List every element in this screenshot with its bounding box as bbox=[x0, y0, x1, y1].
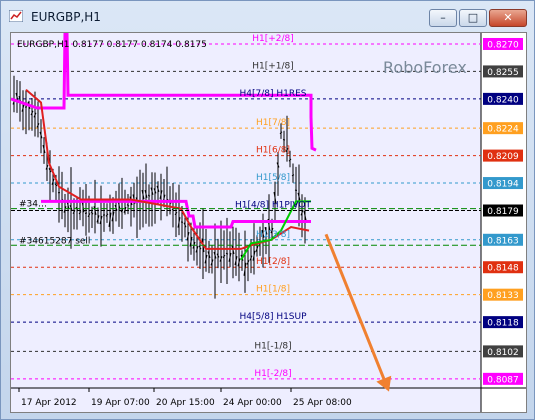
murrey-level-label: H1[3/8] bbox=[256, 230, 290, 240]
murrey-level-label: H1[+2/8] bbox=[252, 34, 294, 44]
time-tick-label: 24 Apr 00:00 bbox=[223, 398, 282, 408]
murrey-level-label: H1[-2/8] bbox=[254, 369, 291, 379]
murrey-level-label: H4[7/8] H1RES bbox=[239, 89, 306, 99]
symbol-ohlc-header: EURGBP,H1 0.8177 0.8177 0.8174 0.8175 bbox=[17, 40, 207, 50]
price-scale-label: 0.8270 bbox=[487, 40, 519, 50]
title-bar[interactable]: EURGBP,H1 – □ ✕ bbox=[1, 1, 534, 31]
candle-body bbox=[84, 212, 88, 214]
price-scale-label: 0.8179 bbox=[487, 207, 519, 217]
chart-area[interactable]: H1[+2/8] H1[+1/8] H4[7/8] H1RES H1[7/8] H1[6… bbox=[10, 32, 527, 413]
time-tick-label: 17 Apr 2012 bbox=[21, 398, 77, 408]
close-button[interactable]: ✕ bbox=[489, 9, 527, 27]
price-chart[interactable]: H1[+2/8] H1[+1/8] H4[7/8] H1RES H1[7/8] H1[6… bbox=[11, 33, 526, 412]
time-tick-label: 25 Apr 08:00 bbox=[293, 398, 352, 408]
murrey-level-label: H1[7/8] bbox=[256, 118, 290, 128]
murrey-level-label: H1[1/8] bbox=[256, 285, 290, 295]
chart-window: EURGBP,H1 – □ ✕ H1[+2/8] H1[+1/8] H4[7/8] … bbox=[0, 0, 535, 420]
murrey-level-label: H1[+1/8] bbox=[252, 61, 294, 71]
murrey-level-label: H1[2/8] bbox=[256, 257, 290, 267]
time-tick-label: 19 Apr 07:00 bbox=[91, 398, 150, 408]
order-label: #34615287 sell bbox=[19, 236, 90, 246]
price-scale-label: 0.8148 bbox=[487, 264, 519, 274]
price-scale-label: 0.8118 bbox=[487, 319, 519, 329]
price-scale-label: 0.8102 bbox=[487, 348, 519, 358]
murrey-level-label: H1[5/8] bbox=[256, 173, 290, 183]
price-scale-label: 0.8240 bbox=[487, 95, 519, 105]
murrey-level-label: H4[5/8] H1SUP bbox=[239, 312, 307, 322]
price-scale-label: 0.8163 bbox=[487, 236, 519, 246]
minimize-button[interactable]: – bbox=[429, 9, 457, 27]
time-tick-label: 20 Apr 15:00 bbox=[156, 398, 215, 408]
window-title: EURGBP,H1 bbox=[31, 10, 101, 24]
roboforex-watermark: RoboForex bbox=[383, 58, 467, 77]
price-scale-label: 0.8224 bbox=[487, 125, 519, 135]
price-scale-label: 0.8255 bbox=[487, 68, 519, 78]
maximize-button[interactable]: □ bbox=[459, 9, 487, 27]
price-scale-label: 0.8087 bbox=[487, 375, 519, 385]
price-scale-label: 0.8194 bbox=[487, 180, 519, 190]
price-scale-label: 0.8133 bbox=[487, 291, 519, 301]
chart-app-icon bbox=[9, 10, 23, 22]
order-label: #34… bbox=[19, 200, 47, 210]
murrey-level-label: H1[4/8] H1PIVOT bbox=[235, 201, 312, 211]
murrey-level-label: H1[6/8] bbox=[256, 146, 290, 156]
price-scale-label: 0.8209 bbox=[487, 152, 519, 162]
murrey-level-label: H1[-1/8] bbox=[254, 341, 291, 351]
